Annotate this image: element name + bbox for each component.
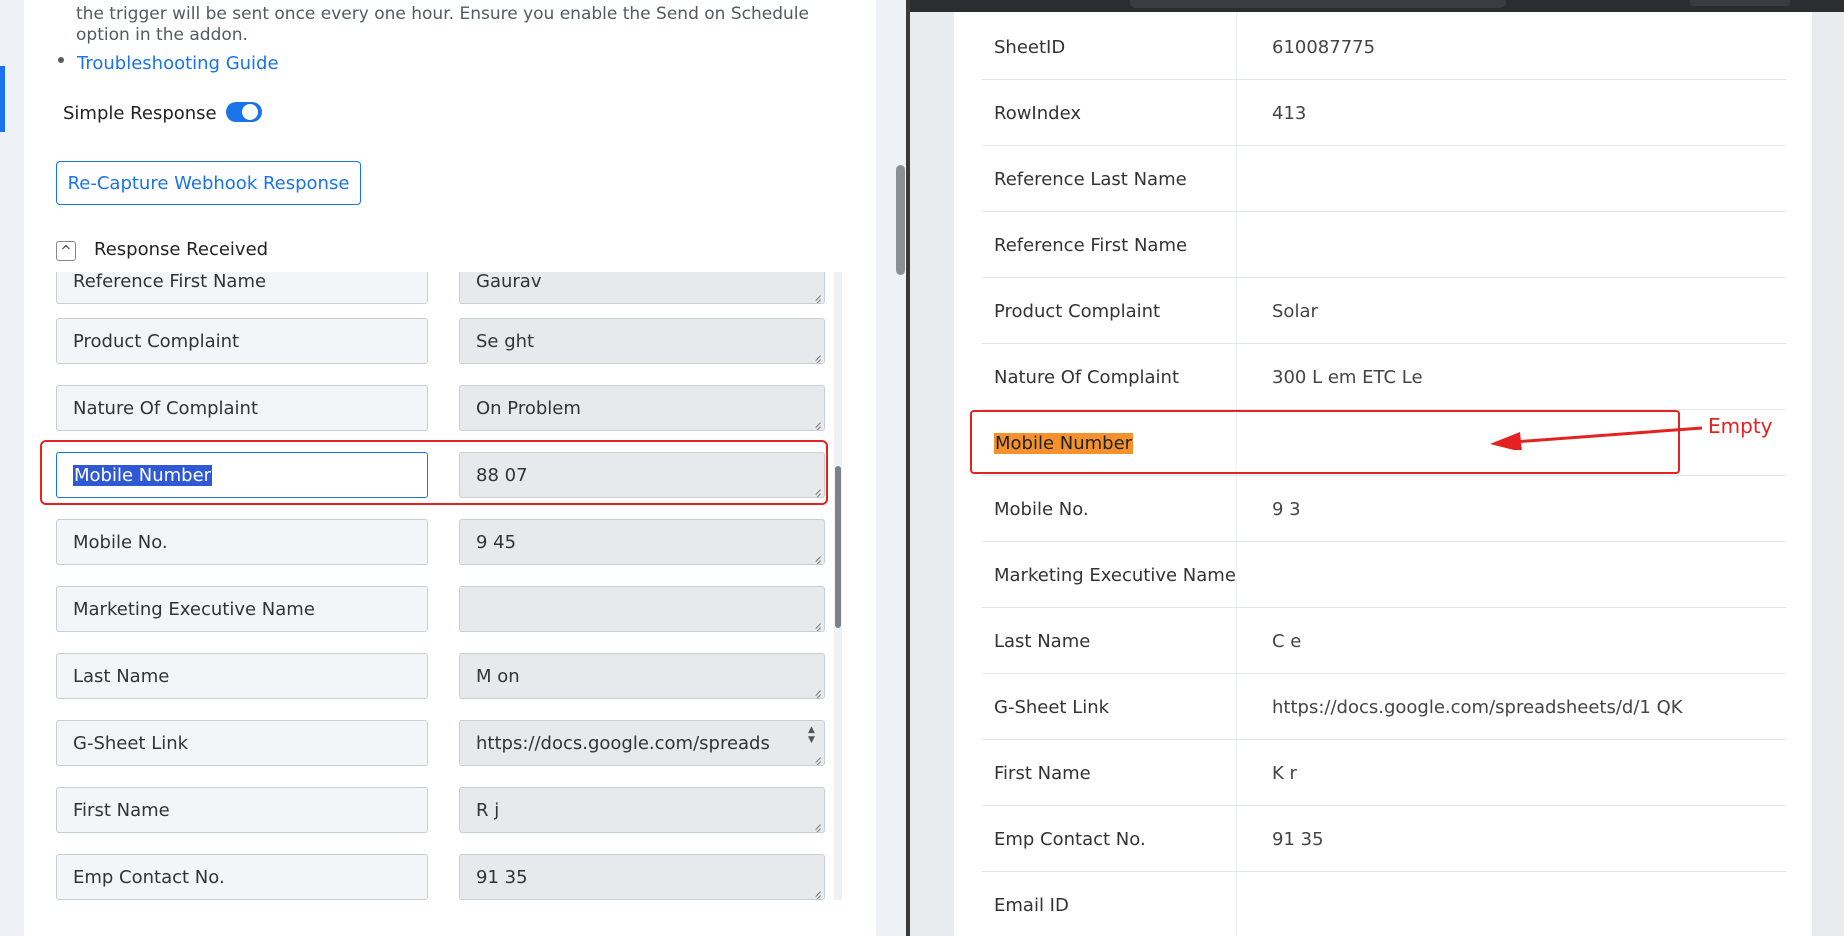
response-fields-list: Reference First Name Gaurav Product Comp…	[56, 272, 826, 900]
table-row: Email ID	[994, 894, 1069, 916]
field-label[interactable]: Mobile No.	[56, 519, 428, 565]
table-row: G-Sheet Link https://docs.google.com/spre…	[982, 674, 1786, 740]
resize-grip-icon[interactable]	[811, 752, 821, 762]
annotation-highlight-box-left	[40, 440, 828, 505]
response-received-title: Response Received	[94, 239, 269, 260]
field-value[interactable]: 91 35	[459, 854, 825, 900]
field-value[interactable]	[459, 586, 825, 632]
panel-scrollbar-thumb[interactable]	[896, 165, 905, 275]
field-value[interactable]: R j	[459, 787, 825, 833]
field-value[interactable]: 9 45	[459, 519, 825, 565]
field-label[interactable]: Emp Contact No.	[56, 854, 428, 900]
field-label[interactable]: Reference First Name	[56, 272, 428, 304]
field-value[interactable]: Se ght	[459, 318, 825, 364]
resize-grip-icon[interactable]	[811, 290, 821, 300]
resize-grip-icon[interactable]	[811, 350, 821, 360]
table-row: Nature Of Complaint 300 L em ETC Le	[982, 344, 1786, 410]
table-row: Reference First Name	[982, 212, 1786, 278]
table-row: First Name K r	[982, 740, 1786, 806]
toolbar-remnant	[1690, 0, 1790, 6]
table-row: Product Complaint Solar	[982, 278, 1786, 344]
schedule-note: the trigger will be sent once every one …	[76, 4, 809, 45]
table-row: SheetID 610087775	[982, 14, 1786, 80]
collapse-glyph: ^	[60, 243, 72, 259]
field-label[interactable]: First Name	[56, 787, 428, 833]
collapse-chevron-up-icon[interactable]: ^	[56, 241, 76, 261]
table-row: RowIndex 413	[982, 80, 1786, 146]
resize-grip-icon[interactable]	[811, 886, 821, 896]
field-value[interactable]: M on	[459, 653, 825, 699]
troubleshooting-link[interactable]: Troubleshooting Guide	[77, 53, 279, 74]
table-row: Mobile No. 9 3	[982, 476, 1786, 542]
recapture-webhook-button[interactable]: Re-Capture Webhook Response	[56, 161, 361, 205]
field-label[interactable]: Marketing Executive Name	[56, 586, 428, 632]
resize-grip-icon[interactable]	[811, 819, 821, 829]
address-bar-remnant	[1130, 0, 1506, 8]
resize-grip-icon[interactable]	[811, 417, 821, 427]
annotation-empty-label: Empty	[1708, 414, 1773, 438]
field-value[interactable]: https://docs.google.com/spreads ▲ ▼	[459, 720, 825, 766]
field-label[interactable]: Product Complaint	[56, 318, 428, 364]
bullet-dot	[58, 57, 64, 63]
table-row: Reference Last Name	[982, 146, 1786, 212]
left-nav-accent	[0, 66, 5, 132]
field-value[interactable]: Gaurav	[459, 272, 825, 304]
resize-grip-icon[interactable]	[811, 685, 821, 695]
annotation-arrow-icon	[1490, 426, 1703, 450]
table-row: Emp Contact No. 91 35	[982, 806, 1786, 872]
toggle-knob	[242, 104, 258, 120]
field-label[interactable]: Nature Of Complaint	[56, 385, 428, 431]
resize-grip-icon[interactable]	[811, 618, 821, 628]
field-label[interactable]: G-Sheet Link	[56, 720, 428, 766]
field-value[interactable]: On Problem	[459, 385, 825, 431]
table-row: Marketing Executive Name	[982, 542, 1786, 608]
table-row: Last Name C e	[982, 608, 1786, 674]
field-label[interactable]: Last Name	[56, 653, 428, 699]
resize-grip-icon[interactable]	[811, 551, 821, 561]
response-list-scrollbar-thumb[interactable]	[835, 466, 841, 628]
simple-response-label: Simple Response	[63, 103, 217, 124]
textarea-scroll-arrows-icon[interactable]: ▲ ▼	[808, 725, 818, 745]
